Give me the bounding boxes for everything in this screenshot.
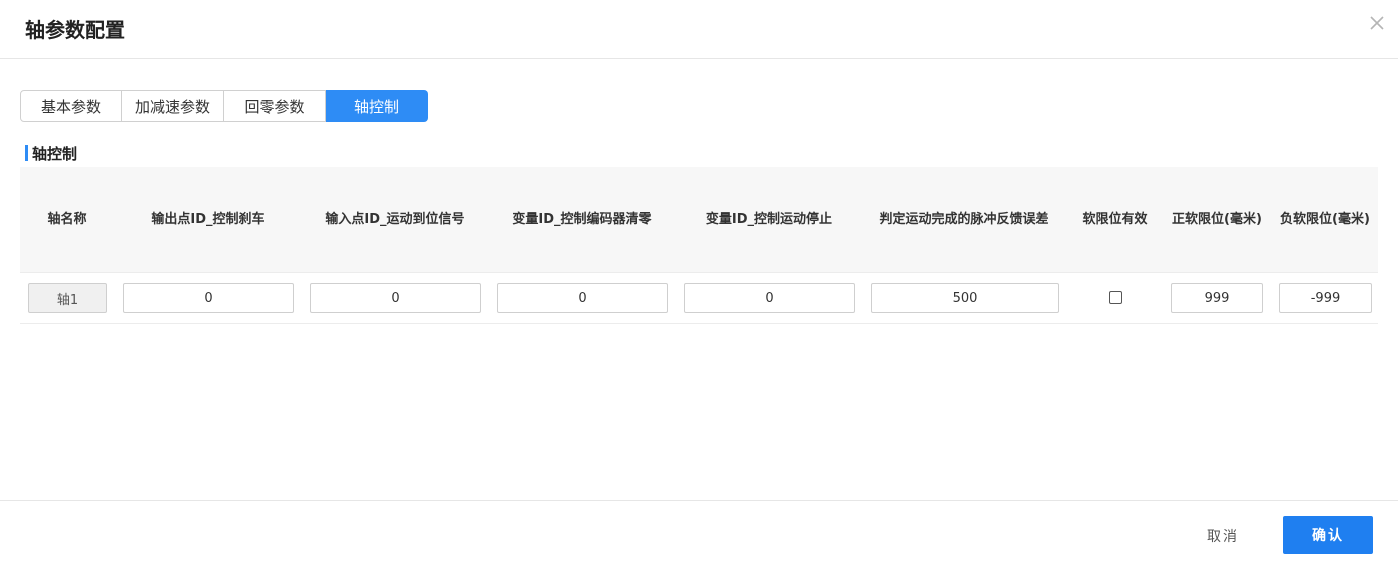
brake-output-id-cell <box>123 283 294 313</box>
brake-output-id-input[interactable] <box>123 283 294 313</box>
table-header: 轴名称 输出点ID_控制刹车 输入点ID_运动到位信号 变量ID_控制编码器清零… <box>20 167 1378 273</box>
axis-name-cell <box>28 283 107 313</box>
dialog-header: 轴参数配置 <box>0 0 1398 59</box>
section-accent-bar <box>25 145 28 161</box>
dialog-footer: 取消 确认 <box>0 500 1398 569</box>
positive-soft-limit-cell <box>1171 283 1263 313</box>
axis-config-dialog: 轴参数配置 基本参数 加减速参数 回零参数 轴控制 轴控制 轴名称 输出点ID_… <box>0 0 1398 569</box>
soft-limit-enabled-checkbox[interactable] <box>1108 291 1122 304</box>
motion-stop-var-id-cell <box>684 283 855 313</box>
close-icon[interactable] <box>1368 14 1386 32</box>
axis-name-field <box>28 283 107 313</box>
col-header-positive-soft-limit: 正软限位(毫米) <box>1172 211 1262 227</box>
encoder-clear-var-id-input[interactable] <box>497 283 668 313</box>
col-header-encoder-clear-var-id: 变量ID_控制编码器清零 <box>512 211 652 227</box>
negative-soft-limit-cell <box>1279 283 1372 313</box>
positive-soft-limit-input[interactable] <box>1171 283 1263 313</box>
confirm-button[interactable]: 确认 <box>1283 516 1373 554</box>
section-heading: 轴控制 <box>25 144 78 163</box>
col-header-negative-soft-limit: 负软限位(毫米) <box>1280 211 1370 227</box>
dialog-title: 轴参数配置 <box>25 18 125 42</box>
motion-stop-var-id-input[interactable] <box>684 283 855 313</box>
encoder-clear-var-id-cell <box>497 283 668 313</box>
tab-accel-decel-params[interactable]: 加减速参数 <box>122 90 224 122</box>
col-header-axis-name: 轴名称 <box>47 211 87 227</box>
col-header-brake-output-id: 输出点ID_控制刹车 <box>151 211 265 227</box>
axis-control-table: 轴名称 输出点ID_控制刹车 输入点ID_运动到位信号 变量ID_控制编码器清零… <box>20 167 1378 324</box>
soft-limit-enabled-cell <box>1072 283 1158 313</box>
negative-soft-limit-input[interactable] <box>1279 283 1372 313</box>
table-row <box>20 273 1378 324</box>
section-title: 轴控制 <box>32 144 78 163</box>
tab-basic-params[interactable]: 基本参数 <box>20 90 122 122</box>
pulse-feedback-error-cell <box>871 283 1059 313</box>
col-header-soft-limit-enabled: 软限位有效 <box>1082 211 1148 227</box>
cancel-button[interactable]: 取消 <box>1193 518 1253 554</box>
col-header-in-position-input-id: 输入点ID_运动到位信号 <box>325 211 465 227</box>
tab-homing-params[interactable]: 回零参数 <box>224 90 326 122</box>
col-header-pulse-feedback-error: 判定运动完成的脉冲反馈误差 <box>879 211 1049 227</box>
pulse-feedback-error-input[interactable] <box>871 283 1059 313</box>
in-position-input-id-cell <box>310 283 481 313</box>
tab-axis-control[interactable]: 轴控制 <box>326 90 428 122</box>
tab-bar: 基本参数 加减速参数 回零参数 轴控制 <box>20 90 428 122</box>
in-position-input-id-input[interactable] <box>310 283 481 313</box>
col-header-motion-stop-var-id: 变量ID_控制运动停止 <box>705 211 833 227</box>
